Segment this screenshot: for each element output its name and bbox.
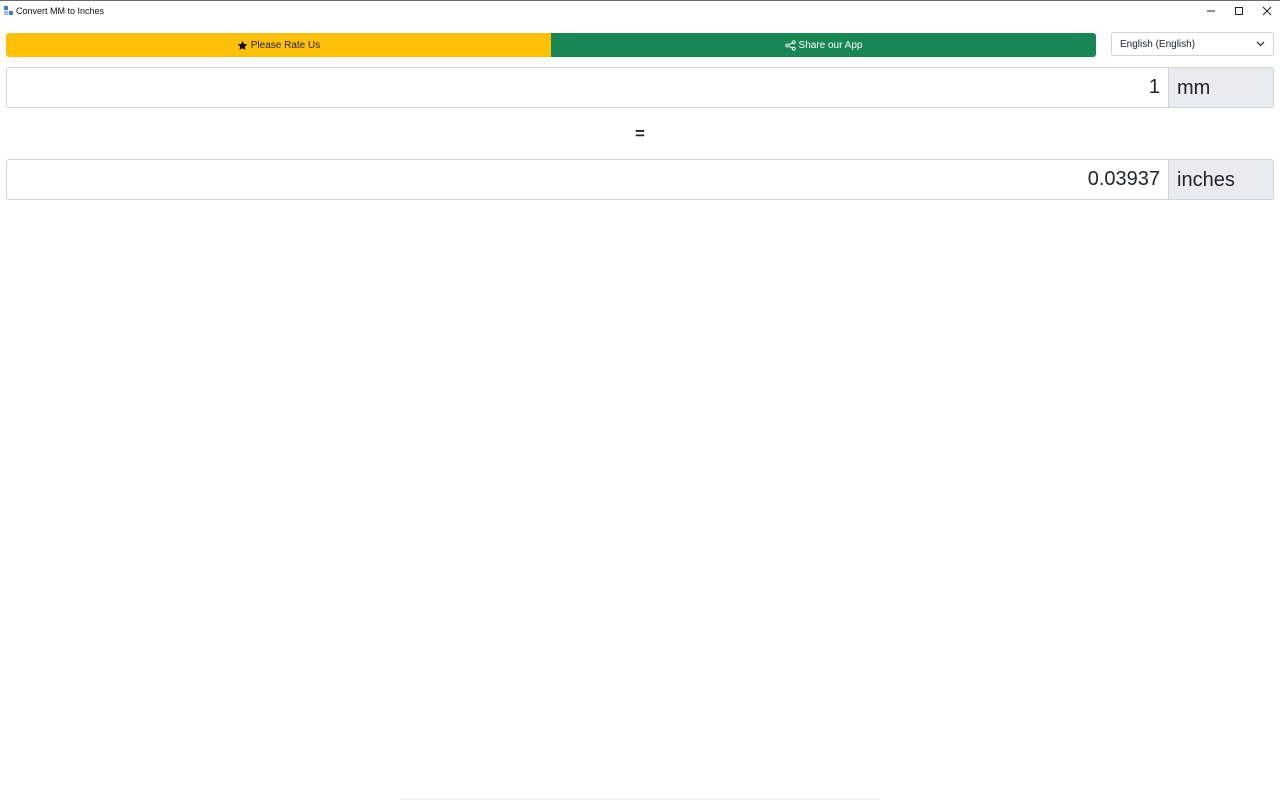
- title-bar: Convert MM to Inches: [0, 0, 1280, 22]
- inches-output-group: 0.03937 inches: [6, 159, 1274, 200]
- mm-input-value: 1: [1148, 76, 1160, 98]
- close-icon: [1262, 6, 1272, 16]
- window-title: Convert MM to Inches: [16, 6, 105, 16]
- maximize-button[interactable]: [1224, 1, 1254, 21]
- minimize-icon: [1207, 10, 1215, 12]
- mm-input[interactable]: 1: [6, 67, 1168, 108]
- share-app-label: Share our App: [798, 39, 863, 51]
- share-icon: [784, 39, 796, 51]
- language-select[interactable]: English (English): [1111, 32, 1274, 56]
- star-icon: [237, 40, 247, 50]
- rate-us-label: Please Rate Us: [250, 39, 321, 51]
- mm-input-group: 1 mm: [6, 67, 1274, 108]
- language-selected-value: English (English): [1120, 38, 1196, 50]
- rate-us-button[interactable]: Please Rate Us: [6, 33, 551, 57]
- mm-unit-label: mm: [1168, 67, 1274, 108]
- minimize-button[interactable]: [1196, 1, 1226, 21]
- inches-unit-label: inches: [1168, 159, 1274, 200]
- equals-sign: =: [635, 124, 645, 143]
- close-button[interactable]: [1252, 1, 1280, 21]
- app-icon: [4, 6, 13, 15]
- share-app-button[interactable]: Share our App: [551, 33, 1096, 57]
- maximize-icon: [1235, 7, 1243, 15]
- inches-output-value: 0.03937: [1087, 168, 1160, 190]
- inches-output[interactable]: 0.03937: [6, 159, 1168, 200]
- chevron-down-icon: [1256, 41, 1265, 47]
